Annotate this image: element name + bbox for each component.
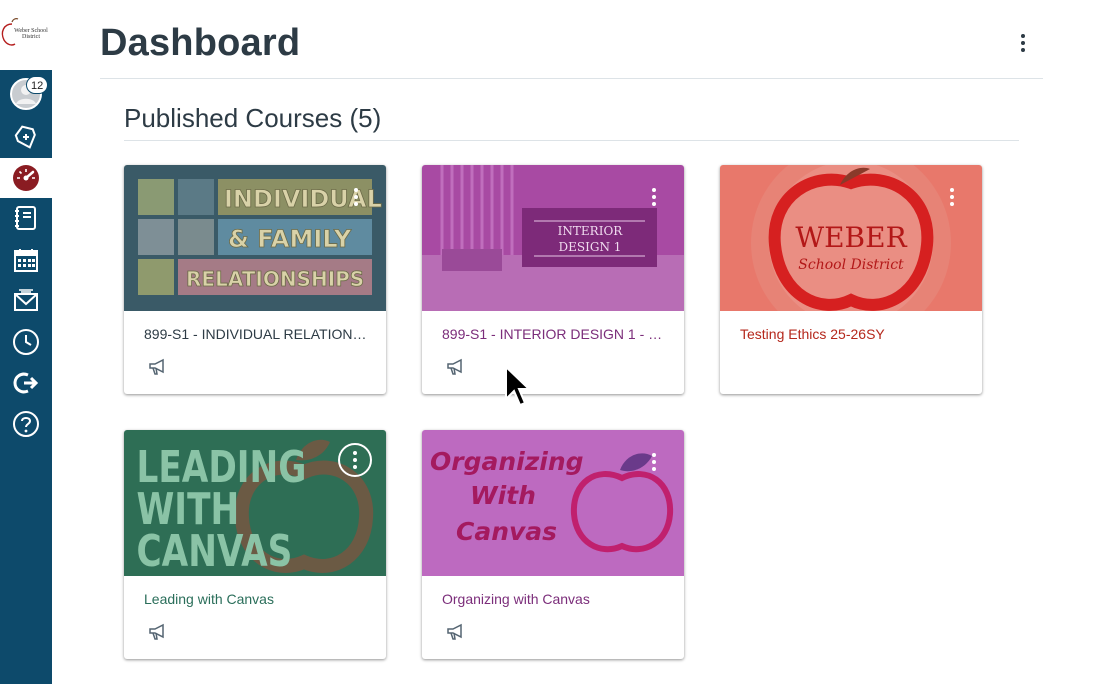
dashboard-options-button[interactable] [1010, 30, 1036, 56]
nav-courses[interactable] [0, 198, 52, 238]
course-card[interactable]: INTERIOR DESIGN 1 899-S1 - INTERIOR DESI… [422, 165, 684, 394]
announcements-link[interactable] [148, 358, 168, 376]
district-logo[interactable]: Weber School District [0, 14, 52, 54]
nav-dashboard[interactable] [0, 158, 52, 198]
more-dot [1021, 34, 1025, 38]
more-dot [652, 460, 656, 464]
global-navigation: Weber School District 12 [0, 0, 52, 684]
more-dot [652, 467, 656, 471]
more-dot [1021, 41, 1025, 45]
nav-calendar[interactable] [0, 240, 52, 280]
hero-text: INTERIOR [558, 224, 624, 238]
logo-text: Weber School District [14, 28, 48, 40]
clock-icon [13, 329, 39, 355]
sidebar-nav: 12 [0, 70, 52, 684]
nav-help[interactable] [0, 404, 52, 444]
page-title: Dashboard [100, 22, 301, 64]
notification-badge: 12 [26, 76, 49, 94]
more-dot [353, 458, 357, 462]
course-title-link[interactable]: Leading with Canvas [144, 591, 372, 607]
nav-commons[interactable] [0, 363, 52, 403]
hero-text: Organizing [430, 447, 584, 476]
courses-icon [15, 206, 36, 230]
course-title-link[interactable]: 899-S1 - INTERIOR DESIGN 1 - B… [442, 326, 670, 342]
more-dot [950, 188, 954, 192]
course-title-link[interactable]: Testing Ethics 25-26SY [740, 326, 968, 342]
course-card[interactable]: INDIVIDUAL & FAMILY RELATIONSHIPS 899-S1… [124, 165, 386, 394]
announcements-link[interactable] [446, 358, 466, 376]
calendar-icon [14, 249, 38, 272]
more-dot [354, 202, 358, 206]
more-dot [652, 453, 656, 457]
course-title-link[interactable]: 899-S1 - INDIVIDUAL RELATIONSHIPS [144, 326, 372, 342]
megaphone-icon [447, 358, 462, 375]
course-card-hero[interactable]: Organizing With Canvas [422, 430, 684, 576]
nav-history[interactable] [0, 322, 52, 362]
course-card-hero[interactable]: INTERIOR DESIGN 1 [422, 165, 684, 311]
hero-text: RELATIONSHIPS [186, 267, 364, 291]
card-options-button[interactable] [940, 183, 964, 211]
hero-text: With [470, 481, 536, 510]
hero-text: CANVAS [136, 526, 292, 576]
more-dot [652, 202, 656, 206]
course-card-hero[interactable]: INDIVIDUAL & FAMILY RELATIONSHIPS [124, 165, 386, 311]
header-divider [100, 78, 1043, 79]
card-options-button[interactable] [338, 443, 372, 477]
dashboard-icon [13, 165, 39, 191]
more-dot [354, 188, 358, 192]
more-dot [950, 202, 954, 206]
more-dot [652, 195, 656, 199]
help-icon [13, 411, 39, 437]
more-dot [652, 188, 656, 192]
megaphone-icon [149, 358, 164, 375]
more-dot [353, 465, 357, 469]
course-card[interactable]: WEBER School District Testing Ethics 25-… [720, 165, 982, 394]
card-options-button[interactable] [344, 183, 368, 211]
announcements-link[interactable] [148, 623, 168, 641]
commons-icon [13, 372, 39, 394]
section-divider [124, 140, 1019, 141]
more-dot [353, 451, 357, 455]
megaphone-icon [149, 623, 164, 640]
card-options-button[interactable] [642, 448, 666, 476]
mouse-cursor-icon [505, 365, 530, 407]
course-card[interactable]: LEADING WITH CANVAS Leading with Canvas [124, 430, 386, 659]
course-card-hero[interactable]: LEADING WITH CANVAS [124, 430, 386, 576]
announcements-link[interactable] [446, 623, 466, 641]
course-title-link[interactable]: Organizing with Canvas [442, 591, 670, 607]
nav-admin[interactable] [0, 117, 52, 157]
more-dot [354, 195, 358, 199]
hero-text: Canvas [456, 517, 557, 546]
more-dot [1021, 48, 1025, 52]
nav-account[interactable]: 12 [0, 74, 52, 114]
section-title: Published Courses (5) [124, 103, 382, 133]
inbox-icon [14, 289, 38, 311]
hero-text: School District [798, 257, 904, 273]
hero-text: & FAMILY [228, 225, 352, 253]
hero-text: DESIGN 1 [559, 240, 622, 254]
more-dot [950, 195, 954, 199]
course-card[interactable]: Organizing With Canvas Organizing with C… [422, 430, 684, 659]
admin-shield-icon [14, 125, 36, 149]
hero-text: WEBER [795, 221, 907, 254]
card-options-button[interactable] [642, 183, 666, 211]
nav-inbox[interactable] [0, 281, 52, 321]
app: Weber School District 12 Dashboard Publi… [0, 0, 1094, 684]
megaphone-icon [447, 623, 462, 640]
course-card-hero[interactable]: WEBER School District [720, 165, 982, 311]
